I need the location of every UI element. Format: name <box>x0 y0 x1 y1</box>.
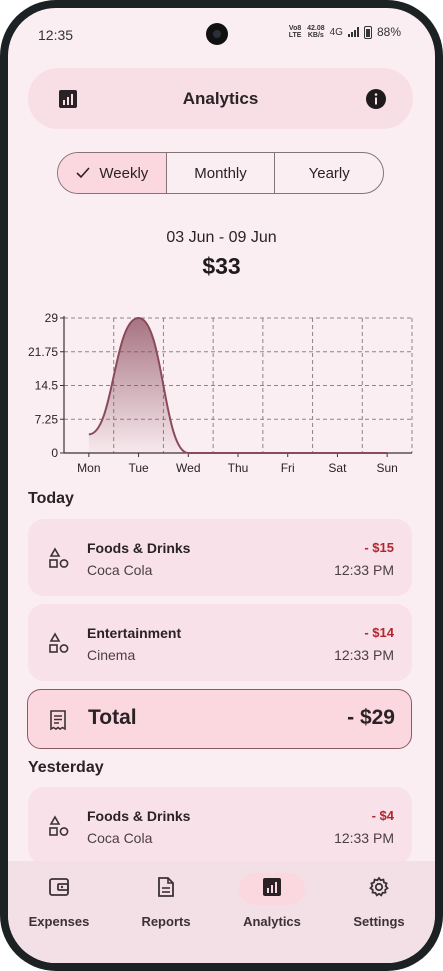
nav-settings[interactable]: Settings <box>329 873 429 929</box>
nav-expenses-pill <box>26 873 92 905</box>
status-bar: 12:35 Vo8 LTE 42.08 KB/s 4G 88% <box>8 8 435 60</box>
nav-analytics-pill <box>239 873 305 905</box>
expense-category: Foods & Drinks <box>87 808 191 824</box>
nav-settings-label: Settings <box>353 914 405 929</box>
page-title: Analytics <box>182 88 259 108</box>
expense-item: Cinema <box>87 647 136 663</box>
status-icons: Vo8 LTE 42.08 KB/s 4G 88% <box>288 25 401 39</box>
section-today: Today <box>28 490 74 507</box>
top-app-bar: Analytics <box>28 68 413 129</box>
list-item[interactable]: Foods & Drinks Coca Cola - $15 12:33 PM <box>28 519 412 596</box>
battery-icon <box>363 25 372 39</box>
nav-expenses[interactable]: Expenses <box>9 873 109 929</box>
period-selector: Weekly Monthly Yearly <box>57 152 384 194</box>
expense-amount: - $4 <box>371 808 394 823</box>
y-tick-label: 14.5 <box>35 379 59 393</box>
y-tick-label: 29 <box>45 311 59 325</box>
bottom-navigation: Expenses Reports Analytics Settings <box>8 861 435 963</box>
data-point <box>386 452 388 454</box>
screen: 12:35 Vo8 LTE 42.08 KB/s 4G 88% Analytic… <box>8 8 435 963</box>
expense-item: Coca Cola <box>87 562 153 578</box>
nav-reports-pill <box>133 873 199 905</box>
nav-settings-pill <box>346 873 412 905</box>
expense-time: 12:33 PM <box>334 830 394 846</box>
nav-reports[interactable]: Reports <box>116 873 216 929</box>
expense-category: Foods & Drinks <box>87 540 191 556</box>
series-area <box>88 318 388 453</box>
tab-weekly[interactable]: Weekly <box>58 153 166 193</box>
wallet-icon <box>48 877 70 902</box>
spending-chart: 29 21.75 14.5 7.25 0 Mon Tue Wed Thu Fri Sat Sun <box>28 311 413 475</box>
info-icon[interactable] <box>365 88 387 115</box>
total-value: - $29 <box>347 706 395 729</box>
y-tick-label: 21.75 <box>28 345 58 359</box>
expense-amount: - $14 <box>364 625 394 640</box>
battery-percent: 88% <box>376 25 401 39</box>
network-speed-value: 42.08 <box>307 25 325 32</box>
network-speed-unit: KB/s <box>307 32 324 39</box>
x-tick-label: Thu <box>228 461 249 475</box>
x-tick-label: Mon <box>77 461 100 475</box>
expense-time: 12:33 PM <box>334 562 394 578</box>
category-shapes-icon <box>48 632 70 659</box>
volume-button <box>439 178 443 298</box>
expense-amount: - $15 <box>364 540 394 555</box>
category-shapes-icon <box>48 815 70 842</box>
date-range: 03 Jun - 09 Jun <box>166 229 277 246</box>
bar-chart-icon <box>262 877 282 902</box>
check-icon <box>76 167 90 179</box>
network-speed: 42.08 KB/s <box>307 25 325 39</box>
document-icon <box>157 876 175 903</box>
signal-icon <box>347 27 359 37</box>
y-tick-label: 7.25 <box>35 412 59 426</box>
nav-expenses-label: Expenses <box>28 914 90 929</box>
receipt-icon <box>48 709 68 736</box>
nav-analytics[interactable]: Analytics <box>222 873 322 929</box>
gear-icon <box>368 875 390 903</box>
volte-indicator: Vo8 LTE <box>288 25 302 39</box>
tab-monthly[interactable]: Monthly <box>165 153 275 193</box>
network-type: 4G <box>329 26 343 38</box>
bar-chart-icon[interactable] <box>58 89 78 114</box>
data-point <box>187 452 189 454</box>
x-tick-label: Fri <box>281 461 295 475</box>
expense-time: 12:33 PM <box>334 647 394 663</box>
power-button <box>439 364 443 428</box>
x-tick-label: Tue <box>128 461 149 475</box>
x-tick-label: Sun <box>376 461 397 475</box>
nav-analytics-label: Analytics <box>243 914 301 929</box>
total-card: Total - $29 <box>27 689 412 749</box>
section-yesterday: Yesterday <box>28 759 104 776</box>
period-total: $33 <box>202 253 241 279</box>
data-point <box>237 452 239 454</box>
expense-category: Entertainment <box>87 625 182 641</box>
data-point <box>88 433 90 435</box>
expense-item: Coca Cola <box>87 830 153 846</box>
phone-frame: 12:35 Vo8 LTE 42.08 KB/s 4G 88% Analytic… <box>0 0 443 971</box>
x-tick-label: Wed <box>176 461 200 475</box>
nav-reports-label: Reports <box>141 914 191 929</box>
category-shapes-icon <box>48 547 70 574</box>
x-tick-label: Sat <box>328 461 347 475</box>
camera-cutout <box>206 23 228 45</box>
y-tick-label: 0 <box>51 446 58 460</box>
total-label: Total <box>88 706 137 729</box>
tab-monthly-label: Monthly <box>194 164 247 182</box>
tab-yearly[interactable]: Yearly <box>274 153 383 193</box>
data-point <box>287 452 289 454</box>
tab-yearly-label: Yearly <box>308 164 350 182</box>
tab-weekly-label: Weekly <box>99 164 149 182</box>
status-time: 12:35 <box>38 27 74 43</box>
list-item[interactable]: Entertainment Cinema - $14 12:33 PM <box>28 604 412 681</box>
data-point <box>336 452 338 454</box>
data-point <box>138 317 140 319</box>
list-item[interactable]: Foods & Drinks Coca Cola - $4 12:33 PM <box>28 787 412 864</box>
